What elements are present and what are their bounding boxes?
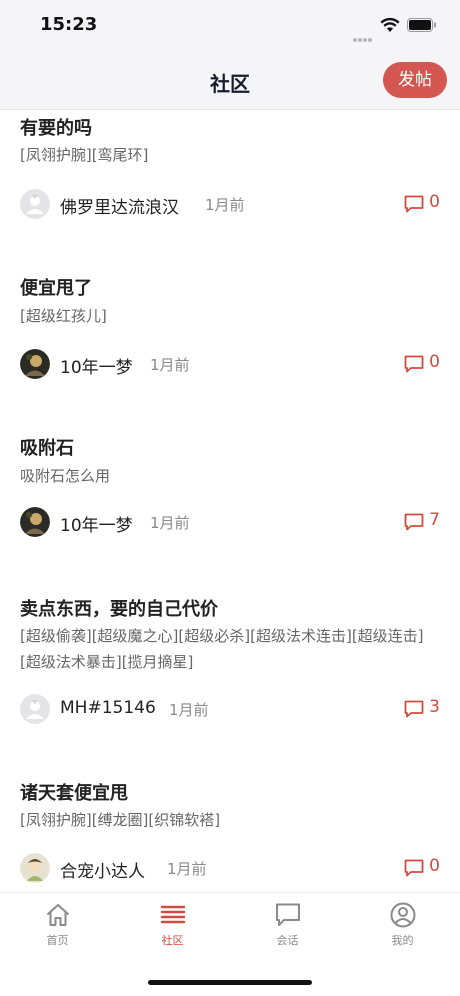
post-tags: [凤翎护腕][鸾尾环] <box>20 146 149 164</box>
tab-profile[interactable]: 我的 <box>345 901 460 951</box>
wifi-icon <box>380 17 400 32</box>
author-name[interactable]: 合宠小达人 <box>60 857 145 882</box>
status-bar: 15:23 <box>0 0 460 48</box>
post-meta: 佛罗里达流浪汉 1月前 0 <box>20 189 440 219</box>
status-time: 15:23 <box>40 14 98 35</box>
comment-icon <box>404 195 424 213</box>
photo-avatar[interactable] <box>20 349 50 379</box>
tab-label: 会话 <box>276 934 299 947</box>
profile-icon <box>390 902 415 928</box>
post-tags: [凤翎护腕][缚龙圈][织锦软褡] <box>20 811 221 829</box>
comment-icon <box>404 513 424 531</box>
post-item[interactable]: 诸天套便宜甩 [凤翎护腕][缚龙圈][织锦软褡] 合宠小达人 1月前 0 <box>0 777 460 892</box>
home-indicator <box>148 980 312 985</box>
new-post-button[interactable]: 发帖 <box>383 62 447 98</box>
author-name[interactable]: 10年一梦 <box>60 353 133 378</box>
post-title: 有要的吗 <box>20 118 92 139</box>
comment-icon <box>404 700 424 718</box>
post-time: 1月前 <box>150 356 190 374</box>
list-icon <box>160 905 185 924</box>
post-meta: 10年一梦 1月前 0 <box>20 349 440 379</box>
photo-avatar[interactable] <box>20 507 50 537</box>
tab-chat[interactable]: 会话 <box>230 901 345 951</box>
author-name[interactable]: MH#15146 <box>60 698 156 718</box>
comment-count: 3 <box>429 697 440 717</box>
comment-count: 0 <box>429 192 440 212</box>
tab-community[interactable]: 社区 <box>115 901 230 951</box>
post-time: 1月前 <box>169 701 209 719</box>
tab-label: 社区 <box>161 934 184 947</box>
post-tags: 吸附石怎么用 <box>20 467 111 485</box>
default-avatar[interactable] <box>20 189 50 219</box>
comment-count-button[interactable]: 7 <box>404 510 440 534</box>
post-tags: [超级红孩儿] <box>20 307 107 325</box>
signal-icon <box>353 27 375 42</box>
post-title: 诸天套便宜甩 <box>20 783 128 804</box>
post-time: 1月前 <box>150 514 190 532</box>
tab-home[interactable]: 首页 <box>0 901 115 951</box>
comment-count-button[interactable]: 0 <box>400 192 440 216</box>
post-item[interactable]: 有要的吗 [凤翎护腕][鸾尾环] 佛罗里达流浪汉 1月前 0 <box>0 111 460 255</box>
cartoon-avatar[interactable] <box>20 853 50 883</box>
tab-bar: 首页 社区 会话 我的 <box>0 892 460 996</box>
post-title: 便宜甩了 <box>20 278 92 299</box>
chat-icon <box>275 903 300 926</box>
author-name[interactable]: 10年一梦 <box>60 511 133 536</box>
post-title: 卖点东西，要的自己代价 <box>20 599 218 620</box>
post-item[interactable]: 卖点东西，要的自己代价 [超级偷袭][超级魔之心][超级必杀][超级法术连击][… <box>0 593 460 753</box>
comment-count: 7 <box>429 510 440 530</box>
comment-count-button[interactable]: 0 <box>400 352 440 376</box>
nav-bar: 社区 发帖 <box>0 48 460 110</box>
comment-icon <box>404 355 424 373</box>
post-time: 1月前 <box>205 196 245 214</box>
comment-count-button[interactable]: 0 <box>400 856 440 880</box>
post-time: 1月前 <box>167 860 207 878</box>
post-item[interactable]: 吸附石 吸附石怎么用 10年一梦 1月前 7 <box>0 431 460 561</box>
post-feed[interactable]: 有要的吗 [凤翎护腕][鸾尾环] 佛罗里达流浪汉 1月前 0 便宜甩了 [超级红… <box>0 111 460 892</box>
post-title: 吸附石 <box>20 438 74 459</box>
post-tags: [超级偷袭][超级魔之心][超级必杀][超级法术连击][超级连击][超级法术暴击… <box>20 627 424 671</box>
post-meta: 合宠小达人 1月前 0 <box>20 853 440 883</box>
comment-count: 0 <box>429 856 440 876</box>
post-meta: MH#15146 1月前 3 <box>20 694 440 724</box>
tab-label: 我的 <box>391 934 414 947</box>
tab-label: 首页 <box>46 934 69 947</box>
comment-count-button[interactable]: 3 <box>404 697 440 721</box>
default-avatar[interactable] <box>20 694 50 724</box>
battery-icon <box>407 18 436 32</box>
comment-count: 0 <box>429 352 440 372</box>
post-meta: 10年一梦 1月前 7 <box>20 507 440 537</box>
author-name[interactable]: 佛罗里达流浪汉 <box>60 193 179 218</box>
comment-icon <box>404 859 424 877</box>
post-item[interactable]: 便宜甩了 [超级红孩儿] 10年一梦 1月前 0 <box>0 271 460 401</box>
home-icon <box>46 904 69 926</box>
